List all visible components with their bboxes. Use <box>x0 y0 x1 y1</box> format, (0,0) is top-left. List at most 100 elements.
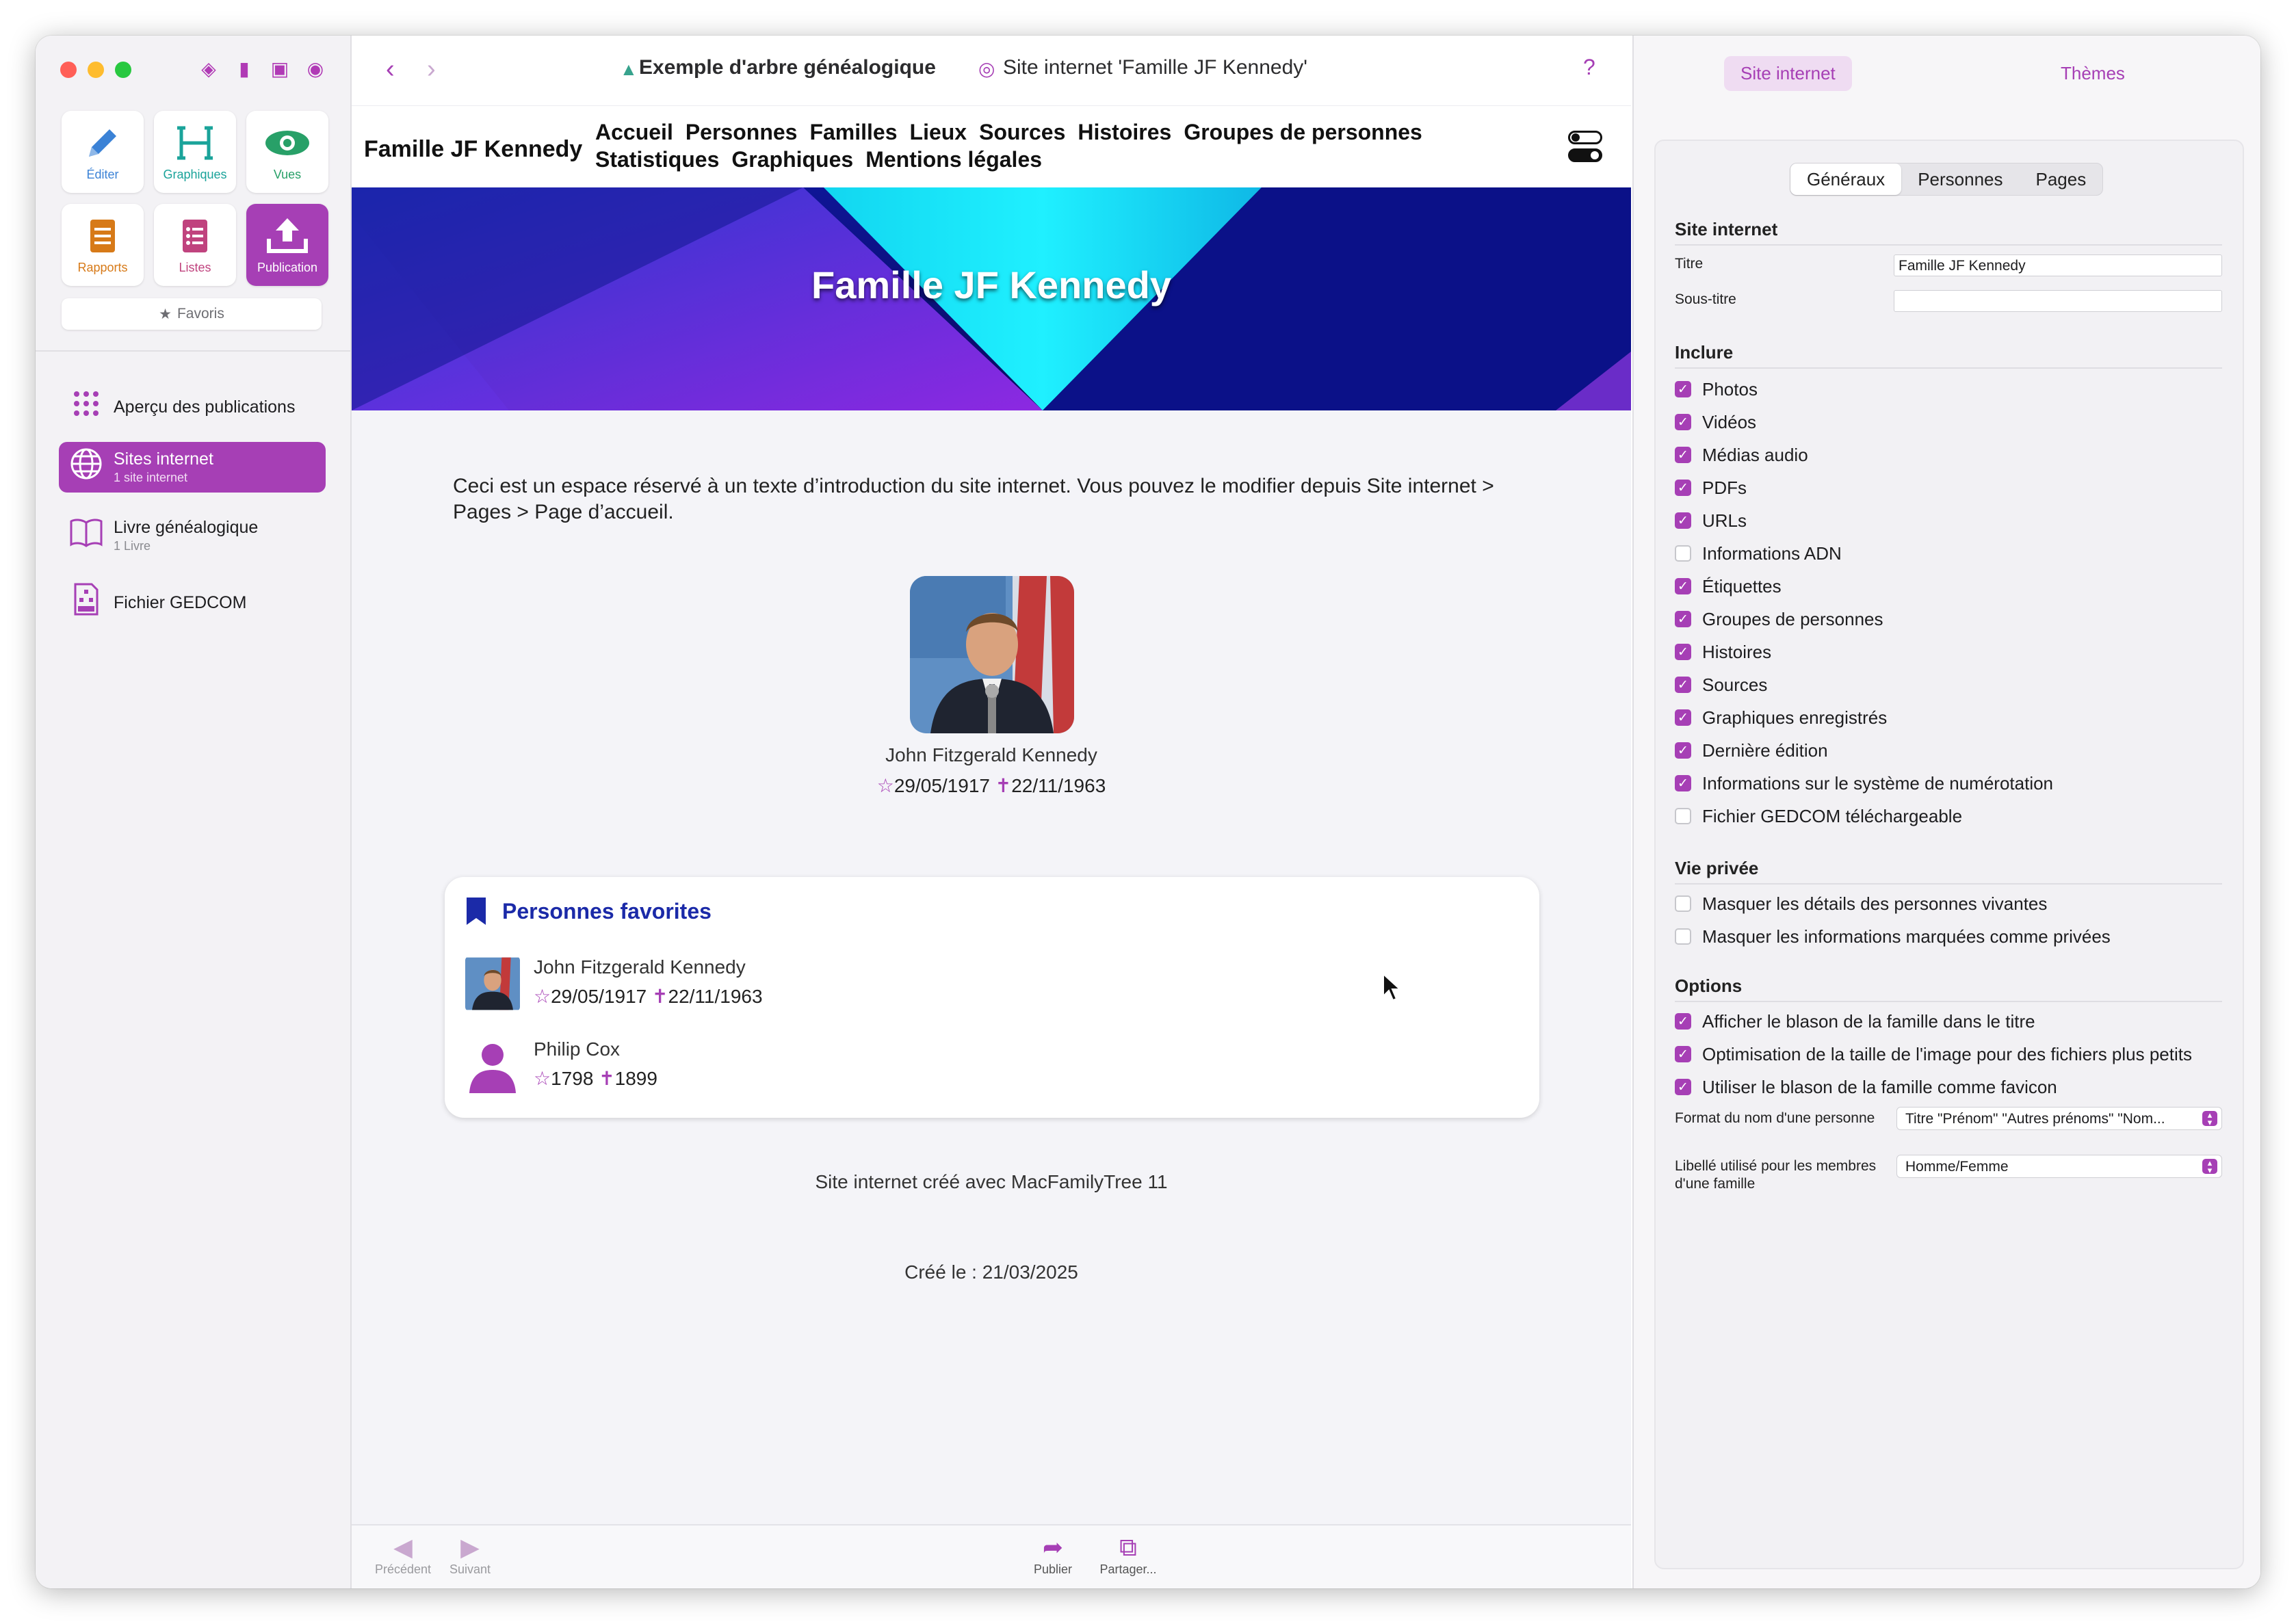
checkbox-checked[interactable]: ✓ <box>1675 480 1691 496</box>
checkbox-row[interactable]: ✓ Histoires <box>1675 639 2236 665</box>
checkbox-unchecked[interactable] <box>1675 545 1691 562</box>
checkbox-row[interactable]: ✓ Médias audio <box>1675 442 2236 468</box>
favorite-person-row[interactable]: John Fitzgerald Kennedy ☆29/05/1917 ✝22/… <box>465 956 1491 1015</box>
checkbox-row[interactable]: Informations ADN <box>1675 540 2236 566</box>
site-link-persons[interactable]: Personnes <box>686 118 798 146</box>
mode-edit[interactable]: Éditer <box>62 111 144 193</box>
site-link-stories[interactable]: Histoires <box>1078 118 1171 146</box>
mode-charts[interactable]: Graphiques <box>154 111 236 193</box>
checkbox-checked[interactable]: ✓ <box>1675 644 1691 660</box>
sidebar-item-book[interactable]: Livre généalogique 1 Livre <box>59 510 326 561</box>
mode-lists[interactable]: Listes <box>154 204 236 286</box>
share-button[interactable]: ⧉ Partager... <box>1091 1532 1166 1577</box>
site-brand[interactable]: Famille JF Kennedy <box>364 136 582 163</box>
checkbox-unchecked[interactable] <box>1675 928 1691 945</box>
next-button[interactable]: ▶ Suivant <box>439 1532 501 1577</box>
checkbox-row[interactable]: ✓ Afficher le blason de la famille dans l… <box>1675 1008 2236 1034</box>
tag-icon[interactable]: ◈ <box>197 57 220 80</box>
favorite-person-name[interactable]: Philip Cox <box>534 1038 620 1060</box>
site-link-families[interactable]: Familles <box>809 118 897 146</box>
birth-star-icon: ☆ <box>876 775 894 796</box>
checkbox-row[interactable]: ✓ Dernière édition <box>1675 737 2236 763</box>
site-link-places[interactable]: Lieux <box>910 118 967 146</box>
checkbox-checked[interactable]: ✓ <box>1675 677 1691 693</box>
favorite-person-dates: ☆29/05/1917 ✝22/11/1963 <box>534 985 763 1008</box>
car-icon[interactable]: ▣ <box>268 57 291 80</box>
section-privacy: Vie privée <box>1675 858 2222 885</box>
name-format-select[interactable]: Titre "Prénom" "Autres prénoms" "Nom... ▴… <box>1896 1107 2222 1130</box>
minimize-button[interactable] <box>88 62 104 78</box>
checkbox-checked[interactable]: ✓ <box>1675 1013 1691 1030</box>
site-link-legal[interactable]: Mentions légales <box>865 146 1042 173</box>
close-button[interactable] <box>60 62 77 78</box>
subtitle-field[interactable] <box>1894 290 2222 312</box>
checkbox-row[interactable]: ✓ Groupes de personnes <box>1675 606 2236 632</box>
checkbox-row[interactable]: ✓ Optimisation de la taille de l'image po… <box>1675 1041 2236 1067</box>
chevron-up-down-icon: ▴ ▾ <box>2202 1110 2217 1127</box>
segment-pages[interactable]: Pages <box>2020 163 2103 195</box>
title-field[interactable]: Famille JF Kennedy <box>1894 254 2222 276</box>
checkbox-row[interactable]: ✓ Informations sur le système de numérota… <box>1675 770 2236 796</box>
bookmark-icon[interactable]: ▮ <box>233 57 256 80</box>
death-cross-icon: ✝ <box>652 986 668 1007</box>
checkbox-unchecked[interactable] <box>1675 895 1691 912</box>
tab-themes[interactable]: Thèmes <box>2044 56 2141 91</box>
favorite-person-row[interactable]: Philip Cox ☆1798 ✝1899 <box>465 1038 1491 1097</box>
zoom-button[interactable] <box>115 62 131 78</box>
checkbox-row[interactable]: ✓ Vidéos <box>1675 409 2236 435</box>
tree-tab[interactable]: Exemple d'arbre généalogique <box>639 56 936 79</box>
mode-label: Graphiques <box>163 167 227 181</box>
help-button[interactable]: ? <box>1583 55 1595 80</box>
back-arrow-icon[interactable]: ‹ <box>386 55 395 84</box>
checkbox-row[interactable]: Masquer les détails des personnes vivant… <box>1675 891 2236 917</box>
triangle-left-icon: ◀ <box>393 1533 413 1561</box>
publish-button[interactable]: ➦ Publier <box>1022 1532 1084 1577</box>
checkbox-row[interactable]: ✓ PDFs <box>1675 475 2236 501</box>
favorites-button[interactable]: ★ Favoris <box>62 298 322 330</box>
person-photo[interactable] <box>910 576 1074 733</box>
checkbox-checked[interactable]: ✓ <box>1675 447 1691 463</box>
forward-arrow-icon[interactable]: › <box>427 55 436 84</box>
tab-website[interactable]: Site internet <box>1724 56 1852 91</box>
segment-persons[interactable]: Personnes <box>1901 163 2019 195</box>
checkbox-checked[interactable]: ✓ <box>1675 414 1691 430</box>
segment-general[interactable]: Généraux <box>1790 163 1902 195</box>
theme-toggle-icon[interactable] <box>1568 131 1604 165</box>
website-tab[interactable]: Site internet 'Famille JF Kennedy' <box>1003 56 1307 79</box>
checkbox-checked[interactable]: ✓ <box>1675 1079 1691 1095</box>
tree-icon: ▲ <box>620 59 638 79</box>
checkbox-checked[interactable]: ✓ <box>1675 775 1691 791</box>
checkbox-checked[interactable]: ✓ <box>1675 578 1691 594</box>
checkbox-checked[interactable]: ✓ <box>1675 709 1691 726</box>
site-link-groups[interactable]: Groupes de personnes <box>1184 118 1422 146</box>
site-link-sources[interactable]: Sources <box>979 118 1065 146</box>
checkbox-checked[interactable]: ✓ <box>1675 512 1691 529</box>
checkbox-checked[interactable]: ✓ <box>1675 611 1691 627</box>
main-person-name[interactable]: John Fitzgerald Kennedy <box>352 744 1631 766</box>
checkbox-row[interactable]: ✓ Sources <box>1675 672 2236 698</box>
checkbox-row[interactable]: ✓ Étiquettes <box>1675 573 2236 599</box>
site-link-statistics[interactable]: Statistiques <box>595 146 719 173</box>
sidebar-item-publications-overview[interactable]: Aperçu des publications <box>59 382 326 432</box>
sidebar-item-websites[interactable]: Sites internet 1 site internet <box>59 442 326 493</box>
favorite-person-name[interactable]: John Fitzgerald Kennedy <box>534 956 746 978</box>
checkbox-row[interactable]: ✓ Photos <box>1675 376 2236 402</box>
checkbox-row[interactable]: Fichier GEDCOM téléchargeable <box>1675 803 2236 829</box>
site-link-charts[interactable]: Graphiques <box>731 146 853 173</box>
mode-publication[interactable]: Publication <box>246 204 328 286</box>
checkbox-row[interactable]: ✓ Utiliser le blason de la famille comme … <box>1675 1074 2236 1100</box>
previous-button[interactable]: ◀ Précédent <box>372 1532 434 1577</box>
checkbox-row[interactable]: Masquer les informations marquées comme … <box>1675 924 2236 949</box>
checkbox-checked[interactable]: ✓ <box>1675 381 1691 397</box>
checkbox-checked[interactable]: ✓ <box>1675 742 1691 759</box>
checkbox-row[interactable]: ✓ Graphiques enregistrés <box>1675 705 2236 731</box>
fingerprint-icon[interactable]: ◉ <box>304 57 327 80</box>
family-label-select[interactable]: Homme/Femme ▴ ▾ <box>1896 1155 2222 1178</box>
mode-reports[interactable]: Rapports <box>62 204 144 286</box>
mode-views[interactable]: Vues <box>246 111 328 193</box>
checkbox-unchecked[interactable] <box>1675 808 1691 824</box>
checkbox-row[interactable]: ✓ URLs <box>1675 508 2236 534</box>
sidebar-item-gedcom[interactable]: Fichier GEDCOM <box>59 577 326 628</box>
checkbox-checked[interactable]: ✓ <box>1675 1046 1691 1062</box>
site-link-home[interactable]: Accueil <box>595 118 673 146</box>
